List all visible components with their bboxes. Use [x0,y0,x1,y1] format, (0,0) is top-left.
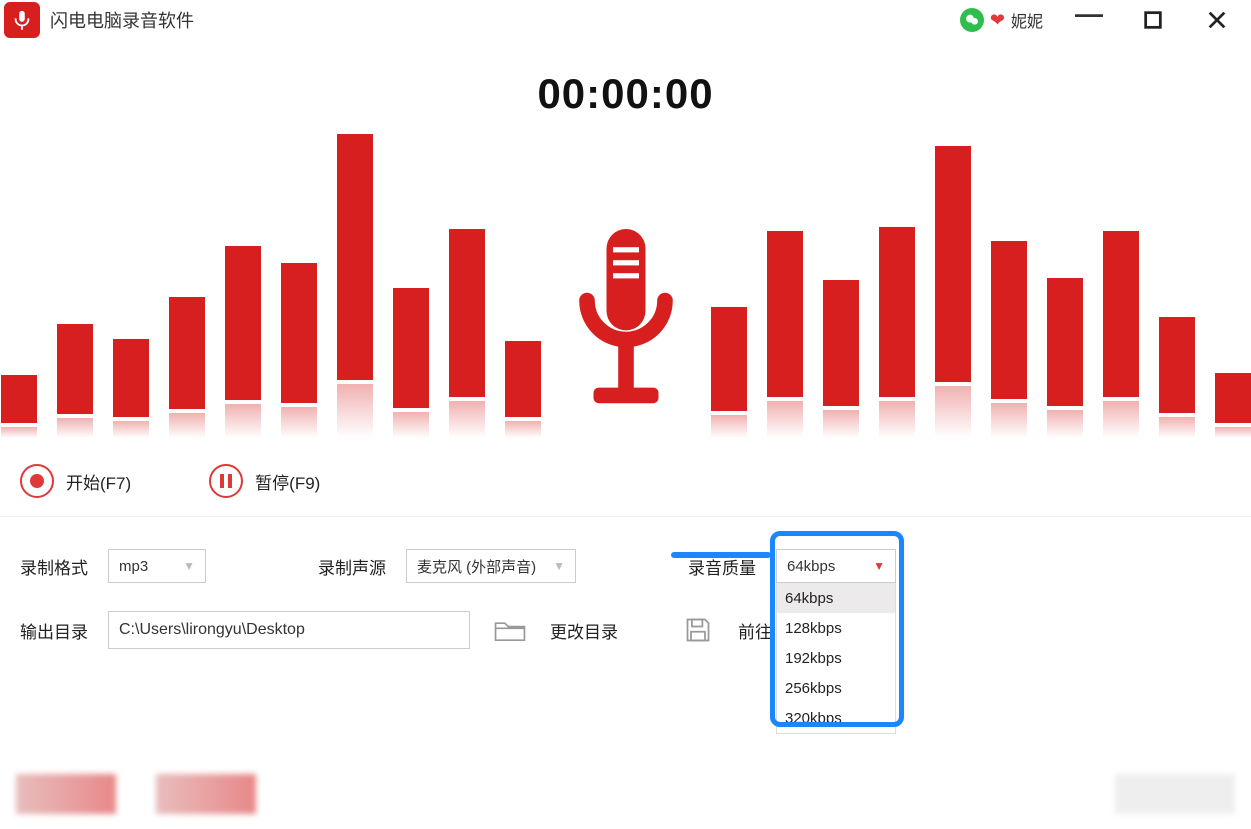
waveform-bar [879,227,915,438]
waveform-bar [1,375,37,438]
blurred-block [156,774,256,814]
waveform-bar [1215,373,1251,438]
chevron-down-icon: ▼ [553,559,565,573]
waveform-bar [449,229,485,438]
microphone-icon [561,228,691,438]
quality-option[interactable]: 64kbps [777,583,895,613]
quality-select-wrap: 64kbps ▼ 64kbps128kbps192kbps256kbps320k… [776,549,896,583]
quality-dropdown: 64kbps128kbps192kbps256kbps320kbps [776,583,896,734]
pause-label: 暂停(F9) [255,469,320,494]
output-path-input[interactable] [108,611,470,649]
pause-record-button[interactable]: 暂停(F9) [209,464,320,498]
control-bar: 开始(F7) 暂停(F9) [0,438,1251,517]
settings-row-2: 输出目录 更改目录 前往 [20,611,1231,649]
waveform-bar [1159,317,1195,438]
quality-value: 64kbps [787,558,835,575]
waveform-bar [711,307,747,438]
format-select[interactable]: mp3 ▼ [108,549,206,583]
record-icon [20,464,54,498]
title-bar-left: 闪电电脑录音软件 [4,2,194,38]
footer-ads [0,759,1251,829]
waveform-bar [57,324,93,438]
blurred-block [1115,774,1235,814]
format-label: 录制格式 [20,554,88,579]
user-block[interactable]: ❤ 妮妮 [960,8,1043,32]
quality-option[interactable]: 256kbps [777,673,895,703]
user-name: 妮妮 [1011,8,1043,32]
waveform-bar [225,246,261,438]
settings-panel: 录制格式 mp3 ▼ 录制声源 麦克风 (外部声音) ▼ 录音质量 64kbps… [0,517,1251,659]
timer-display: 00:00:00 [0,70,1251,118]
waveform-bar [1103,231,1139,438]
source-select[interactable]: 麦克风 (外部声音) ▼ [406,549,576,583]
waveform-bar [337,134,373,438]
start-label: 开始(F7) [66,469,131,494]
source-value: 麦克风 (外部声音) [417,556,536,577]
waveform-bar [823,280,859,438]
save-icon [678,613,718,647]
waveform-bar [505,341,541,438]
change-dir-button[interactable]: 更改目录 [550,618,618,643]
goto-dir-button[interactable]: 前往 [738,618,772,643]
waveform-bar [113,339,149,438]
quality-label: 录音质量 [688,554,756,579]
quality-option[interactable]: 128kbps [777,613,895,643]
start-record-button[interactable]: 开始(F7) [20,464,131,498]
title-bar-right: ❤ 妮妮 — [960,2,1247,38]
timer-area: 00:00:00 [0,40,1251,128]
blurred-block [16,774,116,814]
quality-option[interactable]: 320kbps [777,703,895,733]
wechat-icon [960,8,984,32]
waveform-bar [991,241,1027,438]
title-bar: 闪电电脑录音软件 ❤ 妮妮 — [0,0,1251,40]
waveform-visualizer [0,128,1251,438]
waveform-bar [393,288,429,438]
window-minimize-button[interactable]: — [1071,0,1107,32]
chevron-down-icon: ▼ [183,559,195,573]
chevron-down-icon: ▼ [873,559,885,573]
heart-icon: ❤ [990,10,1005,31]
pause-icon [209,464,243,498]
settings-row-1: 录制格式 mp3 ▼ 录制声源 麦克风 (外部声音) ▼ 录音质量 64kbps… [20,549,1231,583]
quality-select[interactable]: 64kbps ▼ [776,549,896,583]
window-close-button[interactable] [1199,2,1235,38]
window-maximize-button[interactable] [1135,2,1171,38]
source-label: 录制声源 [318,554,386,579]
app-title: 闪电电脑录音软件 [50,7,194,33]
waveform-bar [281,263,317,438]
output-label: 输出目录 [20,618,88,643]
waveform-bar [935,146,971,438]
folder-icon [490,613,530,647]
app-icon [4,2,40,38]
waveform-bar [767,231,803,438]
quality-option[interactable]: 192kbps [777,643,895,673]
waveform-bar [169,297,205,438]
waveform-bar [1047,278,1083,438]
format-value: mp3 [119,558,148,575]
